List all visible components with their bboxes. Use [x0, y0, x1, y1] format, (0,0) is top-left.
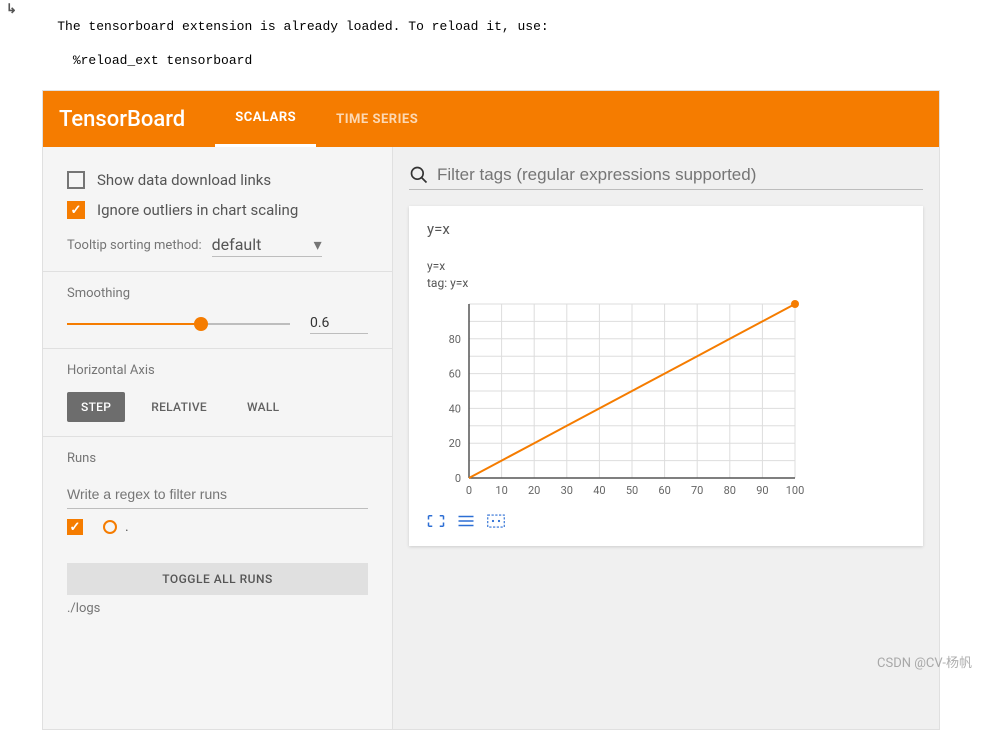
fit-domain-icon[interactable] [487, 514, 505, 528]
svg-text:60: 60 [658, 484, 670, 497]
slider-thumb[interactable] [194, 317, 208, 331]
chart-container: y=x tag: y=x 0 20 40 60 80 0 10 20 30 40 50 60 70 80 9… [427, 248, 905, 532]
runs-label: Runs [67, 451, 368, 466]
slider-fill [67, 323, 201, 325]
search-icon [409, 165, 429, 185]
run-name: . [125, 519, 129, 535]
svg-text:50: 50 [626, 484, 638, 497]
svg-text:40: 40 [593, 484, 605, 497]
svg-text:20: 20 [449, 437, 461, 450]
chevron-down-icon: ▾ [314, 235, 322, 254]
ignore-outliers-label: Ignore outliers in chart scaling [97, 201, 298, 219]
runs-filter-input[interactable] [67, 480, 368, 509]
haxis-step-button[interactable]: STEP [67, 392, 125, 422]
svg-text:0: 0 [455, 472, 461, 485]
show-download-checkbox[interactable] [67, 171, 85, 189]
svg-text:40: 40 [449, 402, 461, 415]
svg-text:10: 10 [495, 484, 507, 497]
toggle-y-log-icon[interactable] [457, 514, 475, 528]
svg-text:70: 70 [691, 484, 703, 497]
app-title: TensorBoard [59, 107, 215, 132]
tooltip-sort-dropdown[interactable]: default ▾ [212, 233, 322, 257]
chart-tag-label: tag: y=x [427, 276, 468, 290]
svg-text:0: 0 [466, 484, 472, 497]
chart-run-label: y=x [427, 259, 445, 273]
line-chart[interactable]: 0 20 40 60 80 0 10 20 30 40 50 60 70 80 90 100 [427, 296, 807, 506]
tensorboard-app: TensorBoard SCALARS TIME SERIES Show dat… [42, 90, 940, 730]
watermark: CSDN @CV-杨帆 [877, 652, 972, 671]
horizontal-axis-label: Horizontal Axis [67, 363, 368, 378]
tooltip-sort-label: Tooltip sorting method: [67, 238, 202, 253]
svg-text:60: 60 [449, 368, 461, 381]
show-download-label: Show data download links [97, 171, 271, 189]
tooltip-sort-value: default [212, 235, 314, 254]
chart-toolbar [427, 514, 905, 528]
output-indicator-icon: ↳ [6, 2, 26, 86]
run-color-swatch-icon [103, 520, 117, 534]
svg-text:90: 90 [756, 484, 768, 497]
svg-text:100: 100 [786, 484, 805, 497]
svg-text:20: 20 [528, 484, 540, 497]
app-header: TensorBoard SCALARS TIME SERIES [43, 91, 939, 147]
terminal-line: %reload_ext tensorboard [57, 53, 252, 68]
tab-time-series[interactable]: TIME SERIES [316, 91, 438, 147]
chart-header: y=x tag: y=x [427, 258, 905, 292]
terminal-line: The tensorboard extension is already loa… [57, 19, 548, 34]
smoothing-value[interactable]: 0.6 [310, 315, 368, 334]
log-path: ./logs [43, 595, 392, 622]
tag-filter-input[interactable] [437, 165, 923, 185]
scalar-card: y=x y=x tag: y=x 0 20 40 60 80 0 10 20 30 40 50 60 7… [409, 206, 923, 546]
main-panel: y=x y=x tag: y=x 0 20 40 60 80 0 10 20 30 40 50 60 7… [393, 147, 939, 729]
toggle-all-runs-button[interactable]: TOGGLE ALL RUNS [67, 563, 368, 595]
app-body: Show data download links Ignore outliers… [43, 147, 939, 729]
expand-icon[interactable] [427, 514, 445, 528]
svg-text:80: 80 [449, 333, 461, 346]
scalar-card-title: y=x [427, 220, 905, 238]
haxis-relative-button[interactable]: RELATIVE [137, 392, 221, 422]
svg-text:80: 80 [724, 484, 736, 497]
run-row[interactable]: . [67, 519, 368, 535]
svg-text:30: 30 [561, 484, 573, 497]
notebook-output: ↳ The tensorboard extension is already l… [0, 0, 982, 86]
smoothing-slider[interactable] [67, 323, 290, 327]
run-checkbox[interactable] [67, 519, 83, 535]
tab-scalars[interactable]: SCALARS [215, 91, 316, 147]
sidebar: Show data download links Ignore outliers… [43, 147, 393, 729]
filter-bar [409, 161, 923, 190]
ignore-outliers-checkbox[interactable] [67, 201, 85, 219]
haxis-wall-button[interactable]: WALL [233, 392, 293, 422]
smoothing-label: Smoothing [67, 286, 368, 301]
